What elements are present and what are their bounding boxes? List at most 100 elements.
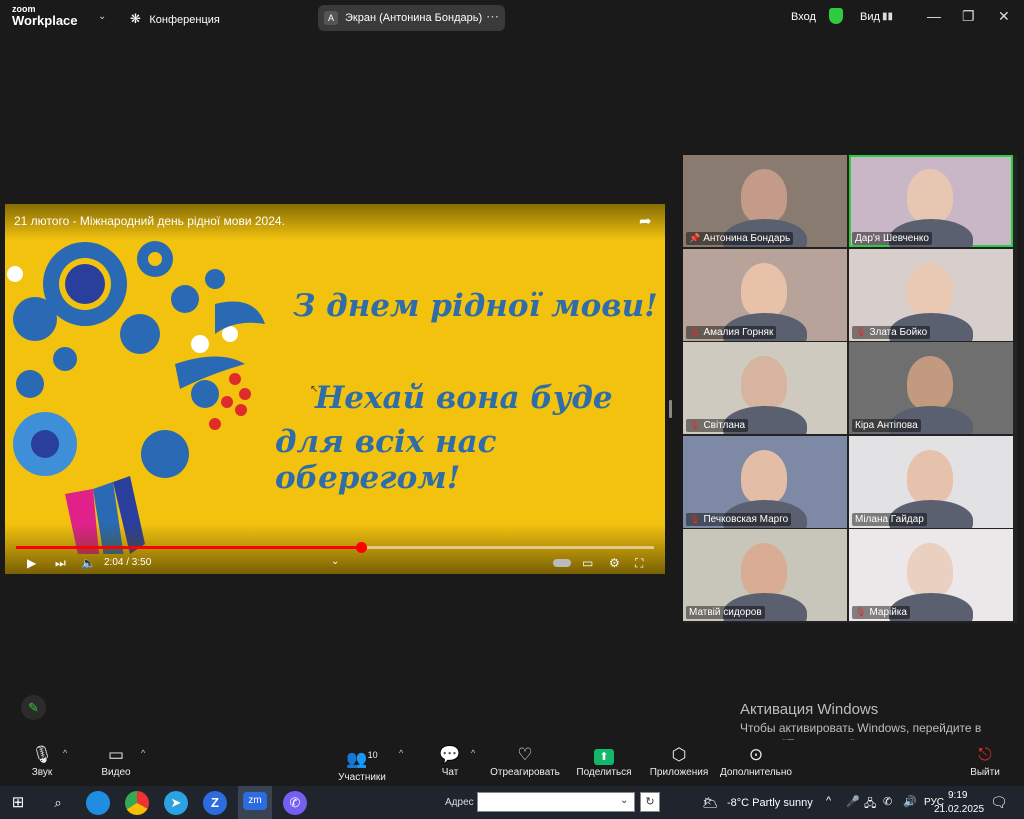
participant-tile[interactable]: 🎙 Амалия Горняк [683, 248, 847, 341]
participant-video [741, 449, 787, 504]
annotate-pen-icon[interactable]: ✎ [21, 695, 46, 720]
video-options-caret-icon[interactable]: ^ [141, 748, 145, 758]
video-progress-knob[interactable] [355, 542, 367, 553]
chat-button[interactable]: 💬 Чат [436, 740, 464, 786]
search-icon[interactable]: ⌕ [46, 791, 70, 815]
video-title[interactable]: 21 лютого - Міжнародний день рідної мови… [14, 214, 285, 228]
muted-mic-icon: 🎙 [689, 326, 701, 337]
view-button[interactable]: Вид [860, 11, 880, 23]
zoom-meeting-taskbar-item[interactable]: zm [238, 786, 272, 819]
share-arrow-icon[interactable]: ➦ [639, 212, 652, 230]
leave-label: Выйти [970, 767, 1000, 778]
leave-button[interactable]: ⎋ Выйти [968, 740, 1002, 786]
weather-text[interactable]: -8°C Partly sunny [727, 797, 813, 809]
participants-gallery: 📌 Антонина Бондарь Дар'я Шевченко 🎙 Амалия Г… [683, 155, 1017, 623]
chevron-down-icon[interactable]: ⌄ [98, 11, 106, 22]
avatar: A [324, 11, 338, 25]
pin-icon: 📌 [689, 233, 701, 243]
audio-button[interactable]: 🎙 Звук [24, 740, 60, 786]
tray-chevron-icon[interactable]: ^ [826, 795, 831, 807]
participant-name: 🎙 Печковская Марго [686, 512, 792, 526]
participant-tile[interactable]: 🎙 Печковская Марго [683, 435, 847, 528]
grid-view-icon[interactable]: ▮▮ [882, 11, 893, 22]
minimize-icon[interactable]: — [927, 8, 941, 24]
windows-start-icon[interactable]: ⊞ [6, 791, 30, 815]
network-icon[interactable]: 🖧 [864, 795, 876, 814]
muted-mic-icon: 🎙 [855, 607, 867, 617]
participant-video [907, 262, 953, 317]
participant-tile[interactable]: 🎙 Марійка [849, 529, 1013, 621]
meeting-info-button[interactable]: ❋ Конференция [130, 10, 220, 28]
participants-icon: 👥10 [346, 749, 378, 769]
chat-label: Чат [441, 767, 459, 778]
edge-browser-icon[interactable] [86, 791, 110, 815]
greeting-line-3: для всіх нас оберегом! [275, 424, 497, 496]
more-button[interactable]: ⊙ Дополнительно [720, 740, 792, 786]
apps-button[interactable]: ⬡ Приложения [648, 740, 710, 786]
participants-options-caret-icon[interactable]: ^ [399, 748, 403, 758]
restore-icon[interactable]: ❐ [962, 8, 975, 25]
participant-name: 🎙 Амалия Горняк [686, 325, 777, 339]
clock-date[interactable]: 21.02.2025 [934, 804, 984, 815]
participant-name-text: Злата Бойко [869, 326, 928, 338]
participants-label: Участники [338, 771, 386, 783]
participant-name: 🎙 Світлана [686, 419, 749, 432]
address-input[interactable] [477, 792, 635, 812]
react-button[interactable]: ♡ Отреагировать [490, 740, 560, 786]
telegram-icon[interactable]: ➤ [164, 791, 188, 815]
shared-video[interactable]: 21 лютого - Міжнародний день рідної мови… [5, 204, 665, 574]
heart-icon: ♡ [517, 745, 533, 764]
address-dropdown-icon[interactable]: ⌄ [620, 795, 628, 806]
chapter-chevron-icon[interactable]: ⌄ [331, 556, 339, 567]
participant-tile[interactable]: Дар'я Шевченко [849, 155, 1013, 247]
muted-mic-icon: 🎙 [855, 326, 867, 337]
participant-tile[interactable]: Мілана Гайдар [849, 435, 1013, 528]
chrome-browser-icon[interactable] [125, 791, 149, 815]
video-button[interactable]: ▭ Видео [94, 740, 138, 786]
next-icon[interactable]: ⏭ [55, 556, 66, 571]
tray-viber-icon[interactable]: ✆ [883, 795, 892, 808]
close-icon[interactable]: ✕ [998, 8, 1010, 25]
viber-icon[interactable]: ✆ [283, 791, 307, 815]
participant-video [741, 169, 787, 223]
settings-gear-icon[interactable]: ⚙ [609, 556, 620, 570]
tray-mic-icon[interactable]: 🎤 [846, 795, 860, 808]
refresh-icon[interactable]: ↻ [640, 792, 660, 812]
autoplay-toggle-icon[interactable] [553, 559, 571, 567]
sunflower-wreath-image [7, 241, 265, 554]
play-icon[interactable]: ▶ [27, 556, 36, 570]
subtitles-icon[interactable]: ▭ [582, 556, 593, 570]
fullscreen-exit-icon[interactable]: ⛶ [635, 556, 643, 571]
participant-name: Кіра Антіпова [852, 419, 921, 432]
participant-video [907, 449, 953, 504]
notifications-icon[interactable]: 🗨 [990, 794, 1008, 811]
video-label: Видео [101, 767, 131, 778]
participant-tile[interactable]: 📌 Антонина Бондарь [683, 155, 847, 247]
participant-name: 📌 Антонина Бондарь [686, 232, 794, 245]
greeting-line-1: З днем рідної мови! [293, 288, 658, 324]
logo-bottom: Workplace [12, 13, 78, 28]
chat-options-caret-icon[interactable]: ^ [471, 748, 475, 758]
microphone-icon: 🎙 [31, 745, 53, 764]
more-options-icon[interactable]: ⋯ [486, 9, 499, 25]
signin-button[interactable]: Вход [791, 11, 816, 23]
panel-resize-handle[interactable] [669, 400, 672, 418]
chat-icon: 💬 [439, 745, 461, 764]
video-progress-bar[interactable] [16, 542, 654, 553]
zoom-app-icon[interactable]: Z [203, 791, 227, 815]
audio-options-caret-icon[interactable]: ^ [63, 748, 67, 758]
activation-title: Активация Windows [740, 701, 879, 718]
share-button[interactable]: ⬆ Поделиться [575, 740, 633, 786]
participant-tile[interactable]: 🎙 Світлана [683, 342, 847, 434]
share-title: Экран (Антонина Бондарь) [345, 12, 483, 24]
clock-time[interactable]: 9:19 [948, 790, 967, 801]
volume-icon[interactable]: 🔈 [81, 556, 96, 570]
participant-video [907, 543, 953, 597]
screen-share-indicator[interactable]: A Экран (Антонина Бондарь) ⋯ [318, 5, 505, 31]
participants-button[interactable]: 👥10 Участники [336, 740, 388, 786]
security-shield-icon[interactable] [829, 8, 843, 24]
sound-icon[interactable]: 🔊 [903, 795, 917, 808]
participant-tile[interactable]: Кіра Антіпова [849, 342, 1013, 434]
participant-tile[interactable]: Матвій сидоров [683, 529, 847, 621]
participant-tile[interactable]: 🎙 Злата Бойко [849, 248, 1013, 341]
